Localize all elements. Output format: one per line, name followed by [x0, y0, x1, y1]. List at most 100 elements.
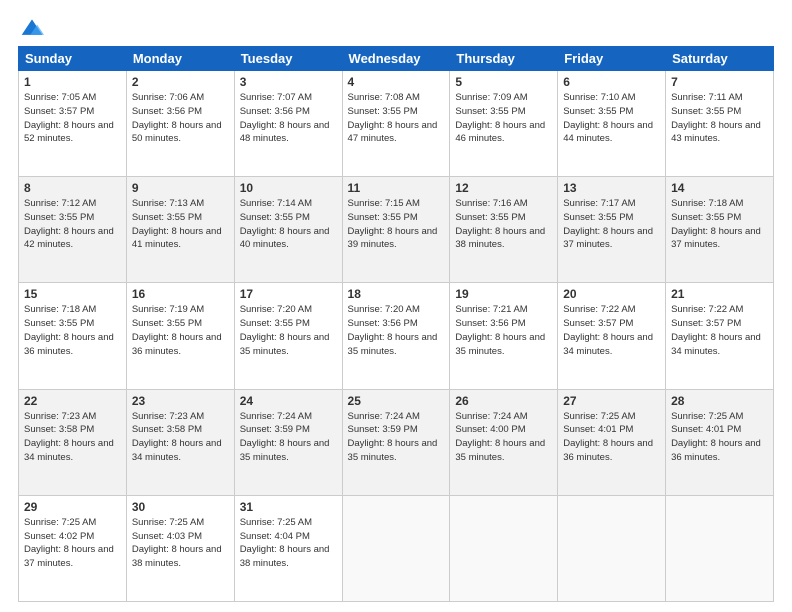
day-number: 7 [671, 75, 768, 89]
day-info: Sunrise: 7:06 AMSunset: 3:56 PMDaylight:… [132, 91, 229, 146]
day-info: Sunrise: 7:24 AMSunset: 3:59 PMDaylight:… [348, 410, 445, 465]
day-number: 5 [455, 75, 552, 89]
day-cell-31: 31 Sunrise: 7:25 AMSunset: 4:04 PMDayligh… [234, 495, 342, 601]
day-info: Sunrise: 7:25 AMSunset: 4:03 PMDaylight:… [132, 516, 229, 571]
day-number: 25 [348, 394, 445, 408]
day-cell-23: 23 Sunrise: 7:23 AMSunset: 3:58 PMDayligh… [126, 389, 234, 495]
day-number: 12 [455, 181, 552, 195]
day-info: Sunrise: 7:18 AMSunset: 3:55 PMDaylight:… [671, 197, 768, 252]
day-number: 19 [455, 287, 552, 301]
col-friday: Friday [558, 47, 666, 71]
day-cell-27: 27 Sunrise: 7:25 AMSunset: 4:01 PMDayligh… [558, 389, 666, 495]
day-info: Sunrise: 7:21 AMSunset: 3:56 PMDaylight:… [455, 303, 552, 358]
col-saturday: Saturday [666, 47, 774, 71]
day-cell-17: 17Sunrise: 7:20 AMSunset: 3:55 PMDayligh… [234, 283, 342, 389]
day-info: Sunrise: 7:14 AMSunset: 3:55 PMDaylight:… [240, 197, 337, 252]
day-info: Sunrise: 7:10 AMSunset: 3:55 PMDaylight:… [563, 91, 660, 146]
col-wednesday: Wednesday [342, 47, 450, 71]
day-info: Sunrise: 7:25 AMSunset: 4:04 PMDaylight:… [240, 516, 337, 571]
day-cell-14: 14 Sunrise: 7:18 AMSunset: 3:55 PMDayligh… [666, 177, 774, 283]
day-info: Sunrise: 7:05 AMSunset: 3:57 PMDaylight:… [24, 91, 121, 146]
day-cell-10: 10 Sunrise: 7:14 AMSunset: 3:55 PMDayligh… [234, 177, 342, 283]
day-number: 13 [563, 181, 660, 195]
day-cell-2: 2Sunrise: 7:06 AMSunset: 3:56 PMDaylight… [126, 71, 234, 177]
day-info: Sunrise: 7:22 AMSunset: 3:57 PMDaylight:… [563, 303, 660, 358]
day-cell-15: 15 Sunrise: 7:18 AMSunset: 3:55 PMDayligh… [19, 283, 127, 389]
day-info: Sunrise: 7:25 AMSunset: 4:01 PMDaylight:… [563, 410, 660, 465]
day-number: 6 [563, 75, 660, 89]
week-row-5: 29Sunrise: 7:25 AMSunset: 4:02 PMDayligh… [19, 495, 774, 601]
day-cell-25: 25 Sunrise: 7:24 AMSunset: 3:59 PMDayligh… [342, 389, 450, 495]
day-number: 31 [240, 500, 337, 514]
day-info: Sunrise: 7:20 AMSunset: 3:55 PMDaylight:… [240, 303, 337, 358]
day-cell-12: 12 Sunrise: 7:16 AMSunset: 3:55 PMDayligh… [450, 177, 558, 283]
day-info: Sunrise: 7:23 AMSunset: 3:58 PMDaylight:… [24, 410, 121, 465]
day-cell-29: 29Sunrise: 7:25 AMSunset: 4:02 PMDayligh… [19, 495, 127, 601]
logo [18, 16, 44, 40]
day-cell-30: 30 Sunrise: 7:25 AMSunset: 4:03 PMDayligh… [126, 495, 234, 601]
day-info: Sunrise: 7:18 AMSunset: 3:55 PMDaylight:… [24, 303, 121, 358]
day-cell-19: 19 Sunrise: 7:21 AMSunset: 3:56 PMDayligh… [450, 283, 558, 389]
day-info: Sunrise: 7:25 AMSunset: 4:01 PMDaylight:… [671, 410, 768, 465]
day-info: Sunrise: 7:07 AMSunset: 3:56 PMDaylight:… [240, 91, 337, 146]
day-number: 8 [24, 181, 121, 195]
day-number: 1 [24, 75, 121, 89]
day-cell-18: 18Sunrise: 7:20 AMSunset: 3:56 PMDayligh… [342, 283, 450, 389]
day-cell-13: 13 Sunrise: 7:17 AMSunset: 3:55 PMDayligh… [558, 177, 666, 283]
day-number: 30 [132, 500, 229, 514]
day-number: 26 [455, 394, 552, 408]
day-info: Sunrise: 7:12 AMSunset: 3:55 PMDaylight:… [24, 197, 121, 252]
header-row: SundayMondayTuesdayWednesdayThursdayFrid… [19, 47, 774, 71]
day-number: 24 [240, 394, 337, 408]
day-cell-1: 1 Sunrise: 7:05 AMSunset: 3:57 PMDaylight… [19, 71, 127, 177]
day-cell-5: 5Sunrise: 7:09 AMSunset: 3:55 PMDaylight… [450, 71, 558, 177]
day-info: Sunrise: 7:19 AMSunset: 3:55 PMDaylight:… [132, 303, 229, 358]
day-info: Sunrise: 7:24 AMSunset: 3:59 PMDaylight:… [240, 410, 337, 465]
day-number: 20 [563, 287, 660, 301]
day-cell-21: 21 Sunrise: 7:22 AMSunset: 3:57 PMDayligh… [666, 283, 774, 389]
header [18, 16, 774, 40]
col-tuesday: Tuesday [234, 47, 342, 71]
day-number: 28 [671, 394, 768, 408]
day-number: 22 [24, 394, 121, 408]
day-cell-6: 6 Sunrise: 7:10 AMSunset: 3:55 PMDaylight… [558, 71, 666, 177]
day-cell-28: 28 Sunrise: 7:25 AMSunset: 4:01 PMDayligh… [666, 389, 774, 495]
day-number: 14 [671, 181, 768, 195]
week-row-2: 8 Sunrise: 7:12 AMSunset: 3:55 PMDaylight… [19, 177, 774, 283]
week-row-1: 1 Sunrise: 7:05 AMSunset: 3:57 PMDaylight… [19, 71, 774, 177]
day-info: Sunrise: 7:08 AMSunset: 3:55 PMDaylight:… [348, 91, 445, 146]
day-cell-4: 4 Sunrise: 7:08 AMSunset: 3:55 PMDaylight… [342, 71, 450, 177]
day-info: Sunrise: 7:22 AMSunset: 3:57 PMDaylight:… [671, 303, 768, 358]
day-number: 23 [132, 394, 229, 408]
day-cell-24: 24 Sunrise: 7:24 AMSunset: 3:59 PMDayligh… [234, 389, 342, 495]
empty-cell [450, 495, 558, 601]
day-number: 21 [671, 287, 768, 301]
calendar-table: SundayMondayTuesdayWednesdayThursdayFrid… [18, 46, 774, 602]
page: SundayMondayTuesdayWednesdayThursdayFrid… [0, 0, 792, 612]
logo-icon [20, 16, 44, 40]
col-thursday: Thursday [450, 47, 558, 71]
day-info: Sunrise: 7:13 AMSunset: 3:55 PMDaylight:… [132, 197, 229, 252]
day-number: 11 [348, 181, 445, 195]
day-info: Sunrise: 7:24 AMSunset: 4:00 PMDaylight:… [455, 410, 552, 465]
empty-cell [558, 495, 666, 601]
day-number: 27 [563, 394, 660, 408]
day-number: 4 [348, 75, 445, 89]
day-cell-26: 26 Sunrise: 7:24 AMSunset: 4:00 PMDayligh… [450, 389, 558, 495]
day-number: 15 [24, 287, 121, 301]
day-cell-7: 7 Sunrise: 7:11 AMSunset: 3:55 PMDaylight… [666, 71, 774, 177]
day-info: Sunrise: 7:17 AMSunset: 3:55 PMDaylight:… [563, 197, 660, 252]
day-cell-8: 8 Sunrise: 7:12 AMSunset: 3:55 PMDaylight… [19, 177, 127, 283]
day-number: 16 [132, 287, 229, 301]
day-number: 29 [24, 500, 121, 514]
week-row-3: 15 Sunrise: 7:18 AMSunset: 3:55 PMDayligh… [19, 283, 774, 389]
day-info: Sunrise: 7:15 AMSunset: 3:55 PMDaylight:… [348, 197, 445, 252]
day-cell-20: 20 Sunrise: 7:22 AMSunset: 3:57 PMDayligh… [558, 283, 666, 389]
day-cell-9: 9Sunrise: 7:13 AMSunset: 3:55 PMDaylight… [126, 177, 234, 283]
day-info: Sunrise: 7:23 AMSunset: 3:58 PMDaylight:… [132, 410, 229, 465]
day-number: 10 [240, 181, 337, 195]
day-info: Sunrise: 7:16 AMSunset: 3:55 PMDaylight:… [455, 197, 552, 252]
day-info: Sunrise: 7:11 AMSunset: 3:55 PMDaylight:… [671, 91, 768, 146]
day-number: 3 [240, 75, 337, 89]
day-cell-11: 11 Sunrise: 7:15 AMSunset: 3:55 PMDayligh… [342, 177, 450, 283]
